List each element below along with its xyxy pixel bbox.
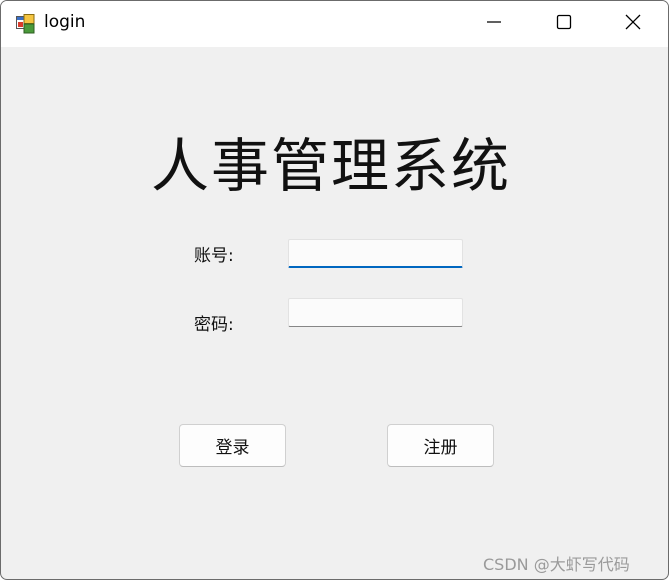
account-input[interactable] [288,239,463,268]
login-button[interactable]: 登录 [179,424,286,467]
window-title: login [44,12,86,32]
password-label: 密码: [194,315,234,335]
watermark-text: CSDN @大虾写代码 [483,555,630,574]
close-button[interactable] [598,1,668,47]
account-label: 账号: [194,246,234,266]
minimize-icon [486,14,502,34]
title-bar[interactable]: login [1,1,668,47]
register-button[interactable]: 注册 [387,424,494,467]
maximize-icon [556,14,572,34]
close-icon [625,14,641,34]
minimize-button[interactable] [459,1,529,47]
app-window-icon [16,14,36,34]
system-title: 人事管理系统 [150,132,511,200]
login-window: login 人事管理系统 账号: 密码: 登录 注册 CSDN @大虾写代码 [0,0,669,580]
password-input[interactable] [288,298,463,327]
maximize-button[interactable] [529,1,599,47]
